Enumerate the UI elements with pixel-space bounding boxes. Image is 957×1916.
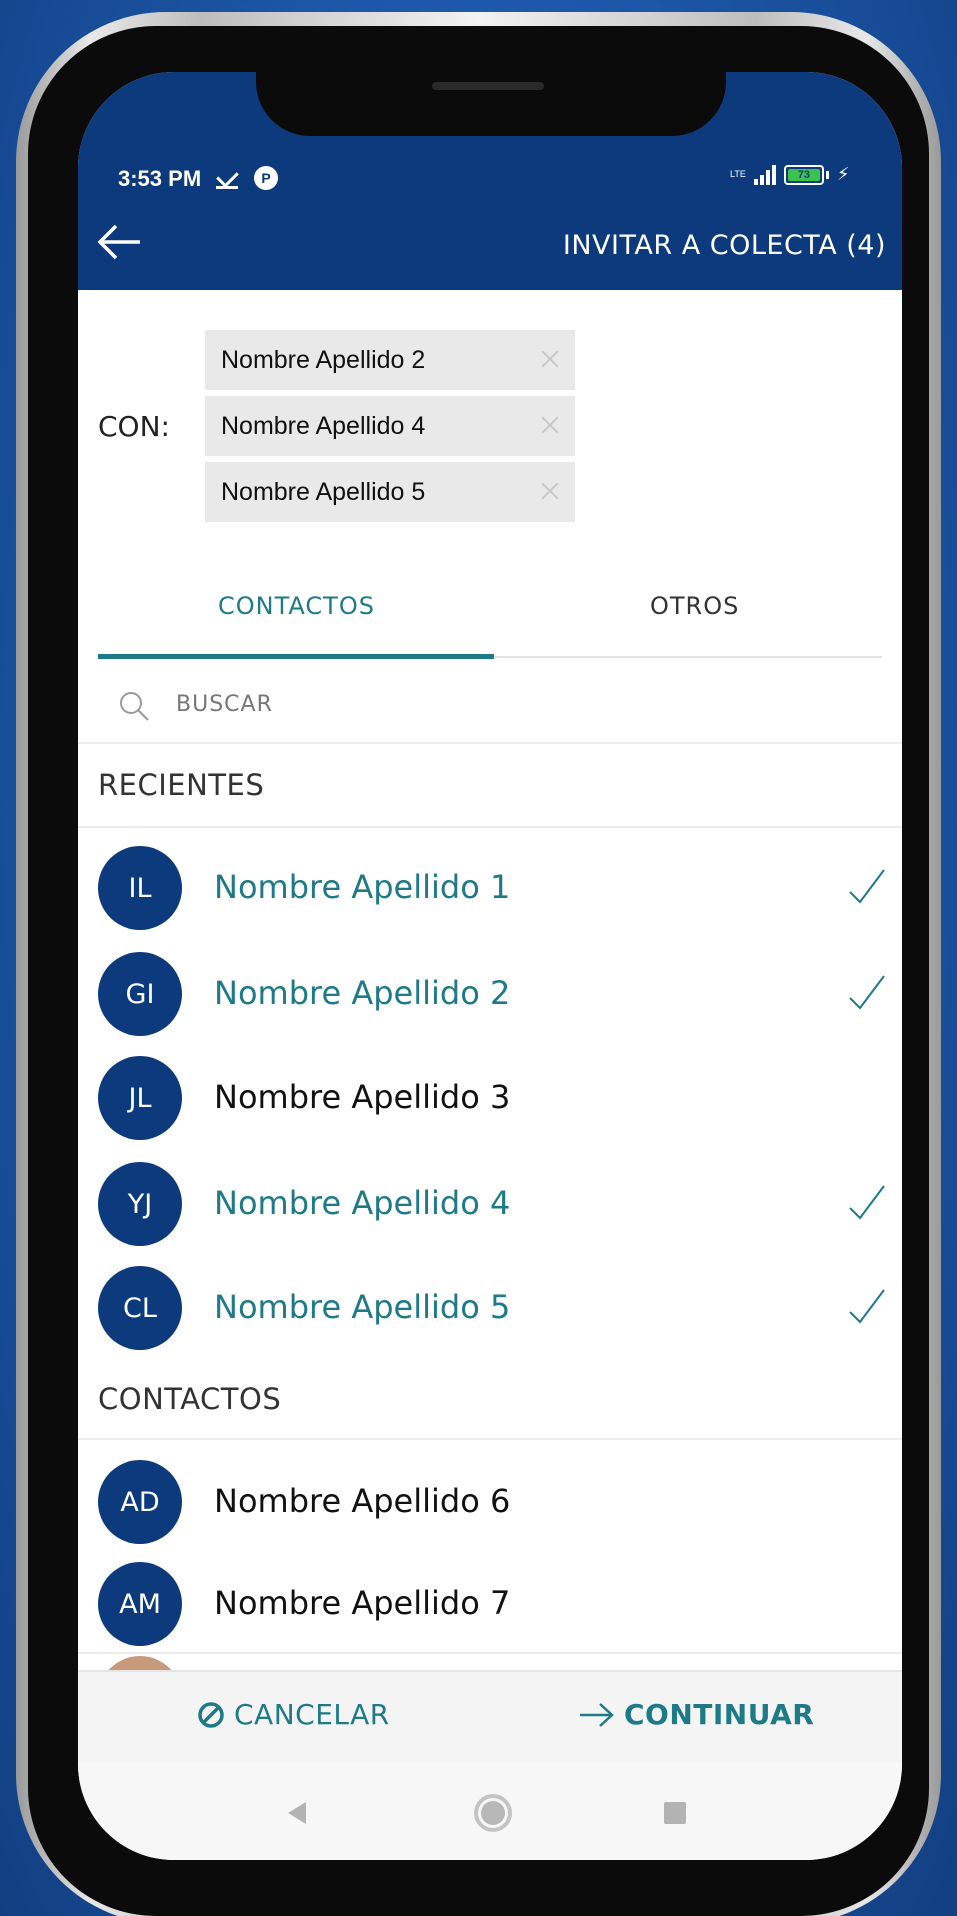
remove-chip-icon[interactable] — [539, 414, 561, 436]
contact-row[interactable]: CL Nombre Apellido 5 — [78, 1258, 902, 1360]
continue-button[interactable]: CONTINUAR — [578, 1698, 814, 1731]
divider — [78, 742, 902, 744]
recipient-chip-label: Nombre Apellido 4 — [221, 411, 426, 440]
recipient-chip-label: Nombre Apellido 5 — [221, 477, 426, 506]
cancel-button[interactable]: CANCELAR — [196, 1698, 390, 1731]
status-notification-icons: P — [216, 165, 278, 191]
remove-chip-icon[interactable] — [539, 480, 561, 502]
contact-row[interactable]: IL Nombre Apellido 1 — [78, 838, 902, 940]
avatar: YJ — [98, 1162, 182, 1246]
parking-app-icon: P — [254, 166, 278, 190]
divider — [78, 826, 902, 828]
avatar: GI — [98, 952, 182, 1036]
continue-button-label: CONTINUAR — [624, 1698, 815, 1731]
arrow-right-icon — [580, 1702, 614, 1727]
system-nav-bar — [78, 1762, 902, 1860]
check-icon — [849, 869, 885, 904]
avatar: IL — [98, 846, 182, 930]
search-input[interactable]: BUSCAR — [176, 692, 273, 717]
battery-level: 73 — [797, 168, 810, 181]
divider — [78, 1438, 902, 1440]
avatar: AD — [98, 1460, 182, 1544]
contact-row[interactable]: YJ Nombre Apellido 4 — [78, 1154, 902, 1256]
active-tab-indicator — [98, 654, 494, 659]
nav-home-icon[interactable] — [474, 1794, 512, 1832]
speaker-grille — [432, 82, 544, 90]
remove-chip-icon[interactable] — [539, 348, 561, 370]
recipient-chip[interactable]: Nombre Apellido 5 — [205, 462, 575, 522]
nav-recents-icon[interactable] — [664, 1802, 686, 1824]
contact-row[interactable]: AD Nombre Apellido 6 — [78, 1452, 902, 1554]
tab-otros[interactable]: OTROS — [650, 592, 739, 620]
cancel-icon — [198, 1701, 224, 1728]
contact-row[interactable]: AM Nombre Apellido 7 — [78, 1554, 902, 1656]
nav-back-icon[interactable] — [288, 1802, 306, 1824]
recipients-label: CON: — [98, 410, 170, 443]
contact-name: Nombre Apellido 2 — [214, 974, 511, 1012]
recipient-chip[interactable]: Nombre Apellido 4 — [205, 396, 575, 456]
check-icon — [849, 1185, 885, 1220]
contact-name: Nombre Apellido 4 — [214, 1184, 511, 1222]
signal-icon — [753, 164, 776, 185]
contact-name: Nombre Apellido 3 — [214, 1078, 511, 1116]
back-arrow-icon[interactable] — [94, 222, 144, 262]
status-system-icons: LTE 73 ⚡ — [730, 164, 849, 185]
search-icon — [120, 692, 149, 721]
section-title-recientes: RECIENTES — [98, 768, 265, 802]
divider — [78, 1652, 902, 1654]
contact-name: Nombre Apellido 1 — [214, 868, 511, 906]
battery-icon: 73 — [783, 164, 824, 185]
contact-name: Nombre Apellido 6 — [214, 1482, 511, 1520]
network-type-label: LTE — [730, 169, 746, 179]
section-title-contactos: CONTACTOS — [98, 1382, 282, 1416]
contact-row[interactable]: GI Nombre Apellido 2 — [78, 944, 902, 1046]
contact-name: Nombre Apellido 7 — [214, 1584, 511, 1622]
download-done-icon — [216, 165, 240, 191]
avatar: AM — [98, 1562, 182, 1646]
contact-name: Nombre Apellido 5 — [214, 1288, 511, 1326]
action-bar: CANCELAR CONTINUAR — [78, 1670, 902, 1762]
avatar: CL — [98, 1266, 182, 1350]
check-icon — [849, 1289, 885, 1324]
contact-row[interactable]: JL Nombre Apellido 3 — [78, 1048, 902, 1150]
check-icon — [849, 975, 885, 1010]
recipient-chip-label: Nombre Apellido 2 — [221, 345, 426, 374]
charging-icon: ⚡ — [836, 164, 850, 185]
avatar: JL — [98, 1056, 182, 1140]
cancel-button-label: CANCELAR — [234, 1698, 390, 1731]
app-screen: 3:53 PM P LTE 73 ⚡ INVITAR A COLECTA (4)… — [78, 72, 902, 1860]
tab-contactos[interactable]: CONTACTOS — [218, 592, 375, 620]
page-title: INVITAR A COLECTA (4) — [562, 230, 886, 261]
status-time: 3:53 PM — [118, 166, 202, 191]
recipient-chip[interactable]: Nombre Apellido 2 — [205, 330, 575, 390]
